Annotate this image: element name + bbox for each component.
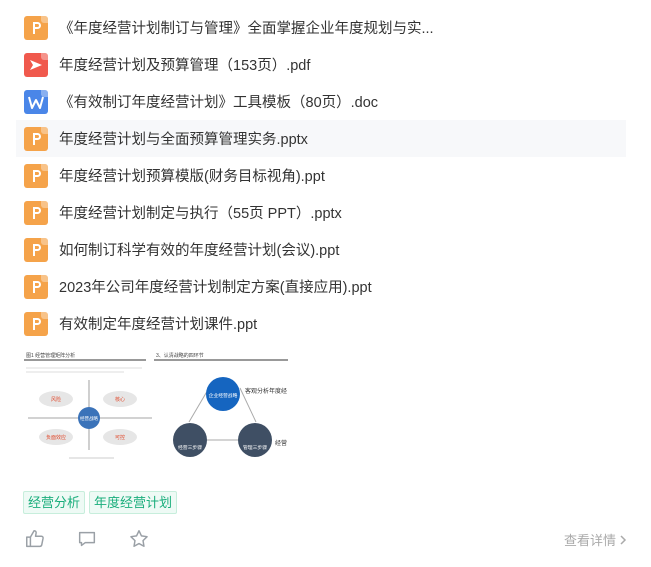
ppt-file-icon <box>24 237 48 262</box>
file-name: 年度经营计划制定与执行（55页 PPT）.pptx <box>59 206 342 222</box>
thumbs-up-icon[interactable] <box>24 528 46 550</box>
file-item[interactable]: 年度经营计划与全面预算管理实务.pptx <box>16 120 626 157</box>
file-item[interactable]: 2023年公司年度经营计划制定方案(直接应用).ppt <box>16 268 626 305</box>
file-item[interactable]: 如何制订科学有效的年度经营计划(会议).ppt <box>16 231 626 268</box>
tag-business-analysis[interactable]: 经营分析 <box>23 491 86 514</box>
ppt-file-icon <box>24 163 48 188</box>
thumb-ellipse-2: 核心 <box>115 396 125 403</box>
tag-annual-plan[interactable]: 年度经营计划 <box>89 491 178 514</box>
thumb-node-right: 管理三步骤 <box>243 444 267 451</box>
file-name: 《年度经营计划制订与管理》全面掌握企业年度规划与实... <box>59 21 434 37</box>
preview-thumbnail[interactable]: 图1 经营管理矩阵分析 风险 核心 负面效应 可控 经营战略 3、认清战略的四环… <box>24 350 288 462</box>
thumb-ellipse-4: 可控 <box>115 434 125 441</box>
view-details-link[interactable]: 查看详情 <box>564 530 627 549</box>
file-name: 如何制订科学有效的年度经营计划(会议).ppt <box>59 243 340 259</box>
thumb-node-top: 企业经营战略 <box>209 392 238 399</box>
action-bar <box>24 528 150 550</box>
ppt-file-icon <box>24 15 48 40</box>
file-item[interactable]: 年度经营计划制定与执行（55页 PPT）.pptx <box>16 194 626 231</box>
thumb-left-title: 图1 经营管理矩阵分析 <box>26 352 75 359</box>
file-name: 2023年公司年度经营计划制定方案(直接应用).ppt <box>59 280 372 296</box>
file-item[interactable]: 有效制定年度经营计划课件.ppt <box>16 305 626 342</box>
pdf-file-icon <box>24 52 48 77</box>
file-list: 《年度经营计划制订与管理》全面掌握企业年度规划与实... 年度经营计划及预算管理（… <box>0 9 651 342</box>
ppt-file-icon <box>24 274 48 299</box>
file-item[interactable]: 年度经营计划及预算管理（153页）.pdf <box>16 46 626 83</box>
file-item[interactable]: 《有效制订年度经营计划》工具模板（80页）.doc <box>16 83 626 120</box>
tag-list: 经营分析 年度经营计划 <box>23 491 178 514</box>
thumb-ellipse-1: 风险 <box>51 396 61 403</box>
doc-file-icon <box>24 89 48 114</box>
chevron-right-icon <box>620 534 627 545</box>
thumb-side-text-1: 客观分析年度经 <box>245 387 287 395</box>
file-item[interactable]: 《年度经营计划制订与管理》全面掌握企业年度规划与实... <box>16 9 626 46</box>
file-item[interactable]: 年度经营计划预算模版(财务目标视角).ppt <box>16 157 626 194</box>
file-name: 《有效制订年度经营计划》工具模板（80页）.doc <box>59 95 379 111</box>
file-name: 有效制定年度经营计划课件.ppt <box>59 317 258 333</box>
thumbnail-graphic: 图1 经营管理矩阵分析 风险 核心 负面效应 可控 经营战略 3、认清战略的四环… <box>24 352 288 459</box>
thumb-right-title: 3、认清战略的四环节 <box>156 352 204 359</box>
file-name: 年度经营计划预算模版(财务目标视角).ppt <box>59 169 325 185</box>
comment-icon[interactable] <box>76 528 98 550</box>
ppt-file-icon <box>24 126 48 151</box>
thumb-ellipse-3: 负面效应 <box>46 434 66 441</box>
file-name: 年度经营计划及预算管理（153页）.pdf <box>59 58 311 74</box>
ppt-file-icon <box>24 311 48 336</box>
ppt-file-icon <box>24 200 48 225</box>
thumb-node-left: 经营三步骤 <box>178 444 202 451</box>
thumb-side-text-2: 经营 <box>275 439 287 447</box>
thumb-center-label: 经营战略 <box>80 415 98 422</box>
file-name: 年度经营计划与全面预算管理实务.pptx <box>59 132 308 148</box>
star-icon[interactable] <box>128 528 150 550</box>
view-details-label: 查看详情 <box>563 533 616 548</box>
